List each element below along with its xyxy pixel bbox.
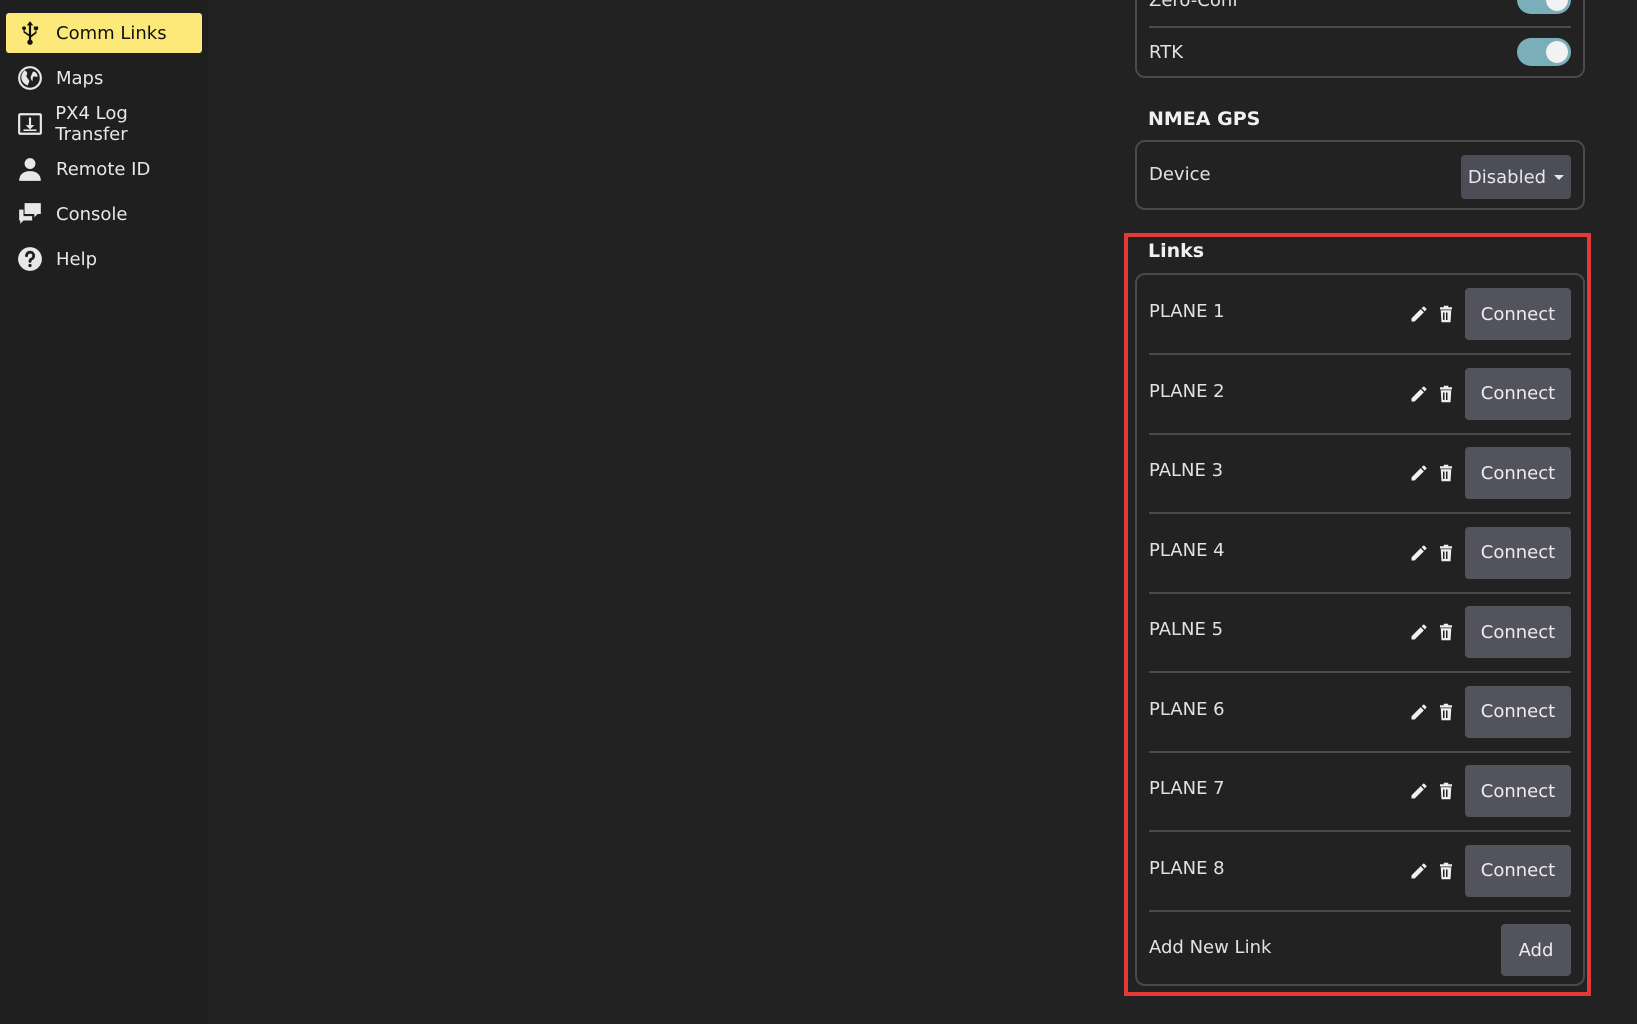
link-name: PLANE 1	[1149, 301, 1225, 322]
connect-button[interactable]: Connect	[1465, 685, 1571, 738]
trash-icon[interactable]	[1437, 861, 1455, 881]
link-row: PLANE 6 Connect	[1137, 673, 1583, 753]
link-row: PLANE 1 Connect	[1137, 275, 1583, 355]
download-icon	[16, 110, 43, 138]
link-row: PLANE 8 Connect	[1137, 832, 1583, 912]
device-select[interactable]: Disabled	[1461, 155, 1571, 199]
connect-button-label: Connect	[1480, 701, 1556, 722]
pencil-icon[interactable]	[1409, 861, 1429, 881]
sidebar-item-label: Help	[56, 248, 98, 270]
link-name: PLANE 7	[1149, 778, 1225, 799]
link-row: PLANE 2 Connect	[1137, 355, 1583, 435]
rtk-toggle[interactable]	[1517, 38, 1571, 66]
divider	[1149, 26, 1571, 28]
connect-button[interactable]: Connect	[1465, 526, 1571, 579]
links-panel: PLANE 1 Connect PLANE 2 Connect PALNE 3 Conne…	[1135, 273, 1585, 986]
zeroconf-toggle[interactable]	[1517, 0, 1571, 14]
connect-button[interactable]: Connect	[1465, 447, 1571, 499]
link-name: PLANE 2	[1149, 380, 1225, 402]
connect-button-label: Connect	[1480, 780, 1556, 802]
device-label: Device	[1149, 164, 1211, 185]
connect-button-label: Connect	[1480, 462, 1556, 484]
connect-button-label: Connect	[1480, 383, 1556, 404]
rtk-label: RTK	[1149, 42, 1183, 63]
link-name: PLANE 4	[1149, 539, 1225, 561]
connect-button-label: Connect	[1480, 860, 1556, 881]
sidebar: Comm Links Maps PX4 Log Transfer Remote …	[0, 0, 208, 1024]
nmea-gps-panel: Device Disabled	[1135, 140, 1585, 210]
globe-icon	[16, 64, 44, 92]
sidebar-item-label: PX4 Log Transfer	[55, 103, 128, 145]
link-row: PALNE 5 Connect	[1137, 593, 1583, 673]
sidebar-item-help[interactable]: Help	[6, 239, 202, 279]
add-button[interactable]: Add	[1501, 924, 1571, 976]
link-row: PLANE 7 Connect	[1137, 752, 1583, 832]
trash-icon[interactable]	[1437, 304, 1455, 324]
chat-icon	[16, 200, 44, 228]
add-link-row: Add New Link Add	[1137, 911, 1583, 991]
trash-icon[interactable]	[1437, 702, 1455, 722]
connect-button-label: Connect	[1480, 303, 1556, 325]
connect-button[interactable]: Connect	[1465, 765, 1571, 817]
nmea-gps-title: NMEA GPS	[1148, 108, 1261, 130]
sidebar-item-label: Maps	[56, 67, 104, 89]
link-row: PALNE 3 Connect	[1137, 434, 1583, 514]
sidebar-item-remote-id[interactable]: Remote ID	[6, 149, 202, 189]
pencil-icon[interactable]	[1409, 304, 1429, 324]
sidebar-item-label: Remote ID	[56, 158, 151, 180]
add-new-link-label: Add New Link	[1149, 937, 1272, 958]
sidebar-item-label: Console	[56, 203, 128, 225]
pencil-icon[interactable]	[1409, 781, 1429, 801]
add-button-label: Add	[1518, 939, 1554, 961]
sidebar-item-label: Comm Links	[56, 22, 167, 44]
pencil-icon[interactable]	[1409, 622, 1429, 642]
pencil-icon[interactable]	[1409, 384, 1429, 404]
autoconnect-panel: Zero-Conf RTK	[1135, 0, 1585, 78]
connect-button[interactable]: Connect	[1465, 844, 1571, 897]
help-icon	[16, 245, 44, 273]
link-row: PLANE 4 Connect	[1137, 514, 1583, 594]
connect-button[interactable]: Connect	[1465, 606, 1571, 658]
link-name: PALNE 3	[1149, 460, 1224, 481]
connect-button-label: Connect	[1480, 542, 1556, 563]
trash-icon[interactable]	[1437, 543, 1455, 563]
connect-button[interactable]: Connect	[1465, 288, 1571, 340]
sidebar-item-maps[interactable]: Maps	[6, 58, 202, 98]
device-select-value: Disabled	[1467, 166, 1547, 188]
zeroconf-label: Zero-Conf	[1149, 0, 1239, 11]
connect-button[interactable]: Connect	[1465, 367, 1571, 420]
usb-icon	[16, 19, 44, 47]
links-title: Links	[1148, 240, 1205, 262]
person-icon	[16, 155, 44, 183]
trash-icon[interactable]	[1437, 463, 1455, 483]
link-name: PLANE 6	[1149, 698, 1225, 720]
trash-icon[interactable]	[1437, 622, 1455, 642]
link-name: PALNE 5	[1149, 619, 1224, 640]
trash-icon[interactable]	[1437, 384, 1455, 404]
pencil-icon[interactable]	[1409, 702, 1429, 722]
pencil-icon[interactable]	[1409, 463, 1429, 483]
trash-icon[interactable]	[1437, 781, 1455, 801]
sidebar-item-px4-log-transfer[interactable]: PX4 Log Transfer	[6, 103, 202, 145]
chevron-down-icon	[1554, 174, 1565, 180]
pencil-icon[interactable]	[1409, 543, 1429, 563]
link-name: PLANE 8	[1149, 857, 1225, 879]
connect-button-label: Connect	[1480, 621, 1556, 643]
sidebar-item-console[interactable]: Console	[6, 194, 202, 234]
sidebar-item-comm-links[interactable]: Comm Links	[6, 13, 202, 53]
